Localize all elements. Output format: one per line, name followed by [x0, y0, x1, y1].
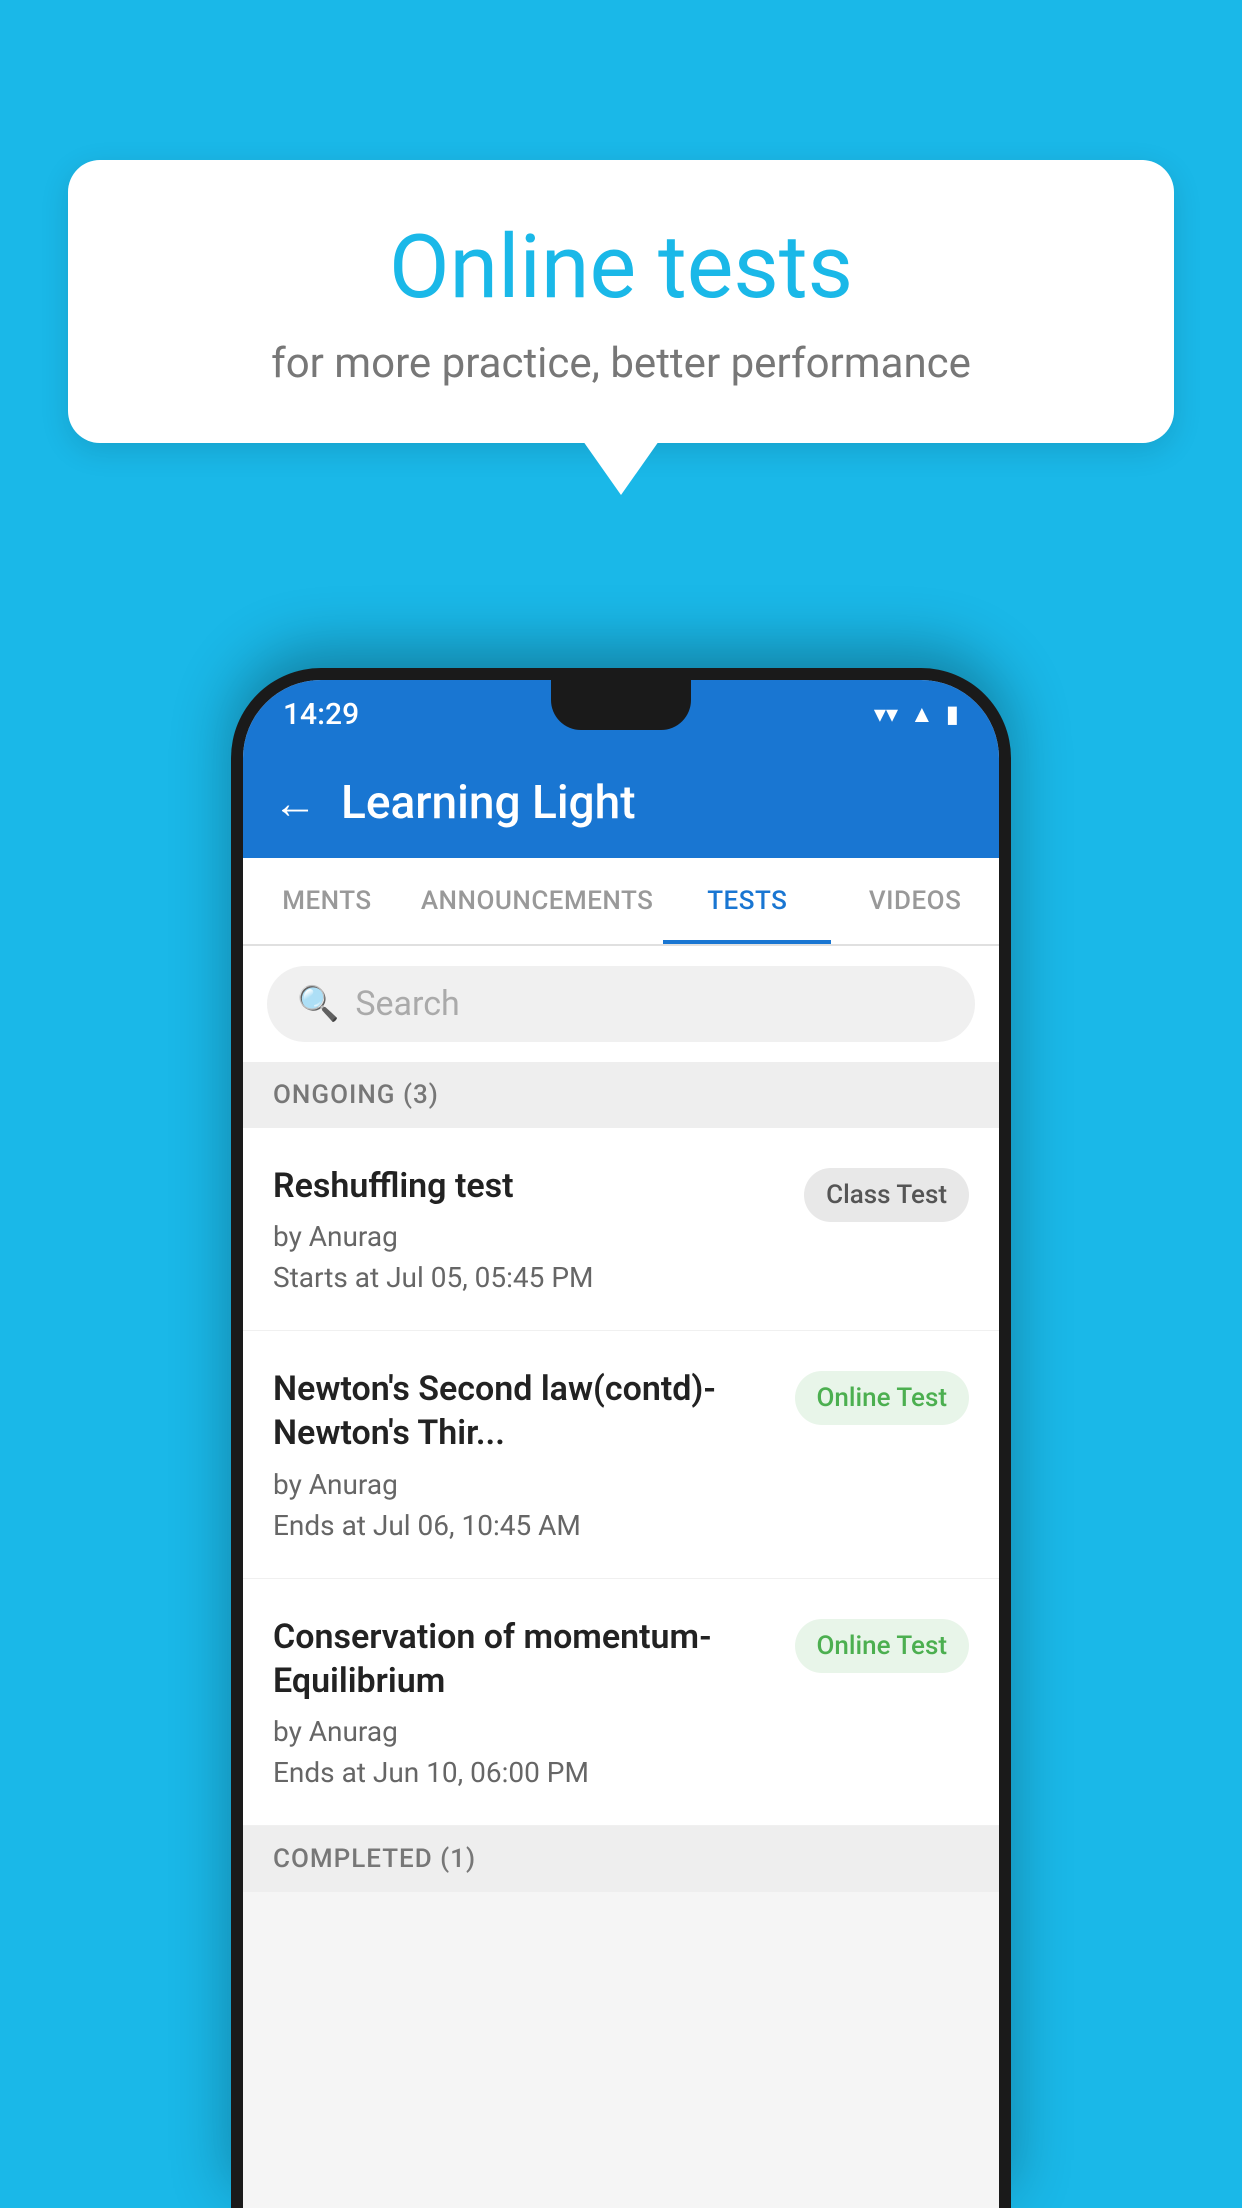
promo-title: Online tests	[128, 220, 1114, 317]
test-by: by Anurag	[273, 1220, 784, 1253]
search-bar[interactable]: 🔍 Search	[267, 966, 975, 1042]
test-name: Reshuffling test	[273, 1164, 784, 1208]
test-date: Ends at Jul 06, 10:45 AM	[273, 1509, 775, 1542]
test-list: Reshuffling test by Anurag Starts at Jul…	[243, 1128, 999, 1826]
completed-label: COMPLETED (1)	[273, 1844, 476, 1874]
test-info: Conservation of momentum-Equilibrium by …	[273, 1615, 775, 1789]
battery-icon: ▮	[946, 700, 959, 728]
notch	[551, 680, 691, 730]
status-bar: 14:29 ▾▾ ▲ ▮	[243, 680, 999, 748]
ongoing-section-header: ONGOING (3)	[243, 1062, 999, 1128]
test-item[interactable]: Conservation of momentum-Equilibrium by …	[243, 1579, 999, 1826]
badge-online-test-2: Online Test	[795, 1619, 970, 1673]
tab-announcements[interactable]: ANNOUNCEMENTS	[411, 858, 664, 944]
phone-screen: 14:29 ▾▾ ▲ ▮ ← Learning Light MENTS ANNO…	[243, 680, 999, 2208]
test-name: Newton's Second law(contd)-Newton's Thir…	[273, 1367, 775, 1455]
search-icon: 🔍	[297, 984, 339, 1024]
back-button[interactable]: ←	[273, 777, 317, 829]
app-bar: ← Learning Light	[243, 748, 999, 858]
test-item[interactable]: Reshuffling test by Anurag Starts at Jul…	[243, 1128, 999, 1331]
test-info: Reshuffling test by Anurag Starts at Jul…	[273, 1164, 784, 1294]
badge-class-test: Class Test	[804, 1168, 969, 1222]
badge-online-test: Online Test	[795, 1371, 970, 1425]
test-by: by Anurag	[273, 1468, 775, 1501]
completed-section-header: COMPLETED (1)	[243, 1826, 999, 1892]
test-name: Conservation of momentum-Equilibrium	[273, 1615, 775, 1703]
tab-ments[interactable]: MENTS	[243, 858, 411, 944]
search-container: 🔍 Search	[243, 946, 999, 1062]
test-date: Starts at Jul 05, 05:45 PM	[273, 1261, 784, 1294]
signal-icon: ▲	[910, 700, 934, 729]
test-date: Ends at Jun 10, 06:00 PM	[273, 1756, 775, 1789]
test-by: by Anurag	[273, 1715, 775, 1748]
test-info: Newton's Second law(contd)-Newton's Thir…	[273, 1367, 775, 1541]
promo-subtitle: for more practice, better performance	[128, 339, 1114, 388]
status-time: 14:29	[283, 697, 359, 732]
search-input[interactable]: Search	[355, 984, 459, 1024]
wifi-icon: ▾▾	[874, 700, 898, 728]
promo-card: Online tests for more practice, better p…	[68, 160, 1174, 443]
tab-videos[interactable]: VIDEOS	[831, 858, 999, 944]
phone-frame: 14:29 ▾▾ ▲ ▮ ← Learning Light MENTS ANNO…	[231, 668, 1011, 2208]
ongoing-label: ONGOING (3)	[273, 1080, 439, 1110]
tab-tests[interactable]: TESTS	[663, 858, 831, 944]
status-icons: ▾▾ ▲ ▮	[874, 700, 959, 729]
tab-bar: MENTS ANNOUNCEMENTS TESTS VIDEOS	[243, 858, 999, 946]
test-item[interactable]: Newton's Second law(contd)-Newton's Thir…	[243, 1331, 999, 1578]
app-title: Learning Light	[341, 776, 636, 830]
